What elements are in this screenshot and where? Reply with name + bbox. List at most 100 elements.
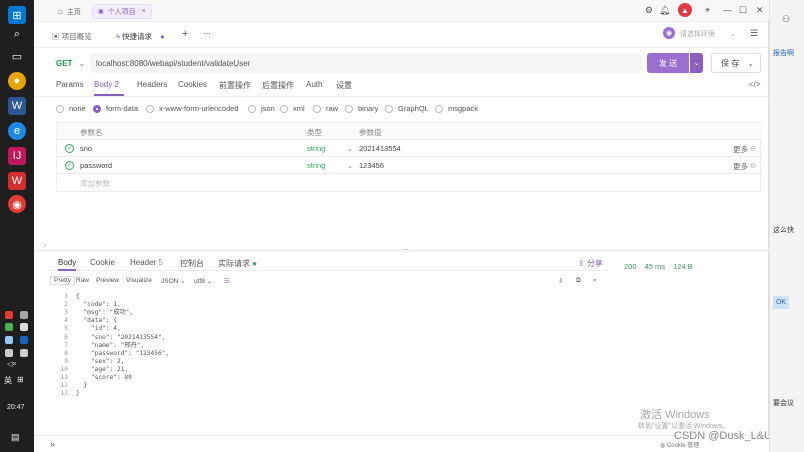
- remove-icon[interactable]: ⊖: [750, 144, 756, 153]
- bluetooth-icon[interactable]: [20, 336, 28, 344]
- bell-icon[interactable]: 🔔︎: [659, 5, 670, 16]
- share-button[interactable]: ⇪ 分享: [578, 258, 603, 269]
- tab-home[interactable]: ⌂ 主页: [53, 4, 86, 19]
- add-tab-icon[interactable]: +: [182, 28, 188, 40]
- check-icon[interactable]: ✓: [65, 161, 74, 170]
- tray-app-icon[interactable]: [20, 311, 28, 319]
- tray-app-icon[interactable]: [20, 323, 28, 331]
- chevron-down-icon[interactable]: ⌄: [347, 144, 353, 153]
- radio-json[interactable]: json: [248, 104, 275, 113]
- environment-icon[interactable]: ◉: [663, 27, 675, 39]
- menu-icon[interactable]: ☰: [750, 28, 758, 39]
- chevron-down-icon[interactable]: ⌄: [347, 161, 353, 170]
- ok-button[interactable]: OK: [773, 296, 789, 309]
- tray-app-icon[interactable]: [5, 311, 13, 319]
- browser-icon[interactable]: e: [8, 122, 26, 140]
- chrome-icon[interactable]: ●: [8, 72, 26, 90]
- radio-form-data[interactable]: form-data: [93, 104, 138, 113]
- more-icon[interactable]: ⋯: [203, 29, 211, 38]
- clock[interactable]: 20:47: [7, 404, 25, 411]
- tray-app-icon[interactable]: [5, 323, 13, 331]
- url-input[interactable]: localhost:8080/webapi/student/validateUs…: [90, 53, 642, 73]
- param-value[interactable]: 123456: [359, 161, 384, 170]
- code-icon[interactable]: </>: [749, 80, 761, 89]
- wps-icon[interactable]: W: [8, 172, 26, 190]
- close-icon[interactable]: ×: [142, 8, 146, 15]
- tab-response-body[interactable]: Body: [58, 258, 77, 271]
- expand-icon[interactable]: »: [50, 439, 55, 449]
- param-name[interactable]: password: [80, 161, 112, 170]
- check-icon[interactable]: ✓: [65, 144, 74, 153]
- radio-none[interactable]: none: [56, 104, 86, 113]
- save-button[interactable]: 保 存 ⌄: [711, 53, 761, 73]
- ime-indicator[interactable]: 英: [4, 375, 12, 386]
- wrap-icon[interactable]: ☰: [224, 277, 230, 285]
- avatar[interactable]: ▲: [678, 3, 692, 17]
- keyboard-icon[interactable]: ⊞: [17, 375, 24, 384]
- method-select[interactable]: GET ⌄: [48, 53, 90, 73]
- format-json-select[interactable]: JSON ⌄: [161, 277, 186, 285]
- radio-xml[interactable]: xml: [280, 104, 305, 113]
- tab-quick-request[interactable]: ϟ 快捷请求 ●: [116, 31, 165, 42]
- tab-console[interactable]: 控制台: [180, 258, 204, 269]
- word-icon[interactable]: W: [8, 97, 26, 115]
- radio-graphql[interactable]: GraphQL: [385, 104, 429, 113]
- tab-settings[interactable]: 设置: [336, 80, 352, 91]
- add-param-row[interactable]: 添加参数: [57, 174, 762, 191]
- tab-pre-operations[interactable]: 前置操作: [219, 80, 251, 91]
- minimize-icon[interactable]: —: [723, 5, 732, 15]
- jetbrains-icon[interactable]: IJ: [8, 147, 26, 165]
- tab-headers[interactable]: Headers: [137, 80, 167, 89]
- tab-personal-project[interactable]: ▣ 个人项目 ×: [92, 4, 152, 19]
- battery-icon[interactable]: [5, 349, 13, 357]
- format-raw[interactable]: Raw: [76, 277, 89, 284]
- param-type[interactable]: string: [307, 144, 325, 153]
- user-icon[interactable]: ⚇: [782, 14, 790, 25]
- chat-snippet[interactable]: 报告啊: [773, 48, 794, 58]
- tab-response-header[interactable]: Header 5: [130, 258, 163, 267]
- format-pretty[interactable]: Pretty: [50, 276, 75, 285]
- search-icon[interactable]: ⌕: [593, 277, 597, 285]
- param-value[interactable]: 2021413554: [359, 144, 401, 153]
- format-preview[interactable]: Preview: [96, 277, 119, 284]
- remove-icon[interactable]: ⊖: [750, 161, 756, 170]
- radio-binary[interactable]: binary: [345, 104, 378, 113]
- network-icon[interactable]: [20, 349, 28, 357]
- maximize-icon[interactable]: ☐: [739, 5, 747, 16]
- tray-app-icon[interactable]: [5, 336, 13, 344]
- tab-response-cookie[interactable]: Cookie: [90, 258, 115, 267]
- copy-icon[interactable]: ⧉: [576, 277, 581, 285]
- chat-snippet[interactable]: 要会议: [773, 398, 794, 408]
- collapse-sidebar-icon[interactable]: ›: [44, 242, 46, 249]
- table-row[interactable]: ✓ password string ⌄ 123456 更多 ⊖: [57, 157, 762, 174]
- chat-snippet[interactable]: 这么快: [773, 225, 794, 235]
- tab-post-operations[interactable]: 后置操作: [262, 80, 294, 91]
- environment-select[interactable]: 请选择环境 ⌄: [680, 27, 740, 40]
- tab-params[interactable]: Params: [56, 80, 84, 89]
- tab-cookies[interactable]: Cookies: [178, 80, 207, 89]
- tab-actual-request[interactable]: 实际请求 ●: [218, 258, 257, 269]
- tab-body[interactable]: Body 2: [94, 80, 119, 89]
- notification-icon[interactable]: ▤: [11, 432, 20, 443]
- window-close-icon[interactable]: ✕: [756, 5, 764, 16]
- apifox-icon[interactable]: ◉: [8, 195, 26, 213]
- encoding-select[interactable]: utf8 ⌄: [194, 277, 212, 285]
- settings-icon[interactable]: ⚙: [645, 5, 653, 16]
- send-button[interactable]: 发 送: [647, 53, 689, 73]
- volume-icon[interactable]: ◁×: [7, 360, 16, 368]
- more-button[interactable]: 更多: [733, 144, 748, 155]
- radio-msgpack[interactable]: msgpack: [435, 104, 478, 113]
- radio-x-www-form-urlencoded[interactable]: x-www-form-urlencoded: [146, 104, 239, 113]
- add-param-placeholder[interactable]: 添加参数: [80, 178, 110, 189]
- pin-icon[interactable]: ⌖: [705, 5, 710, 16]
- download-icon[interactable]: ⇩: [558, 277, 563, 285]
- format-visualize[interactable]: Visualize: [126, 277, 152, 284]
- param-name[interactable]: sno: [80, 144, 92, 153]
- more-button[interactable]: 更多: [733, 161, 748, 172]
- param-type[interactable]: string: [307, 161, 325, 170]
- windows-start-icon[interactable]: ⊞: [8, 6, 26, 24]
- radio-raw[interactable]: raw: [313, 104, 338, 113]
- response-code-viewer[interactable]: 1 {2 "code": 1, 3 "msg": "成功", 4 "data": {5…: [48, 293, 608, 413]
- task-view-icon[interactable]: ▭: [8, 47, 26, 65]
- tab-project-overview[interactable]: ▣ 项目概览: [52, 31, 92, 42]
